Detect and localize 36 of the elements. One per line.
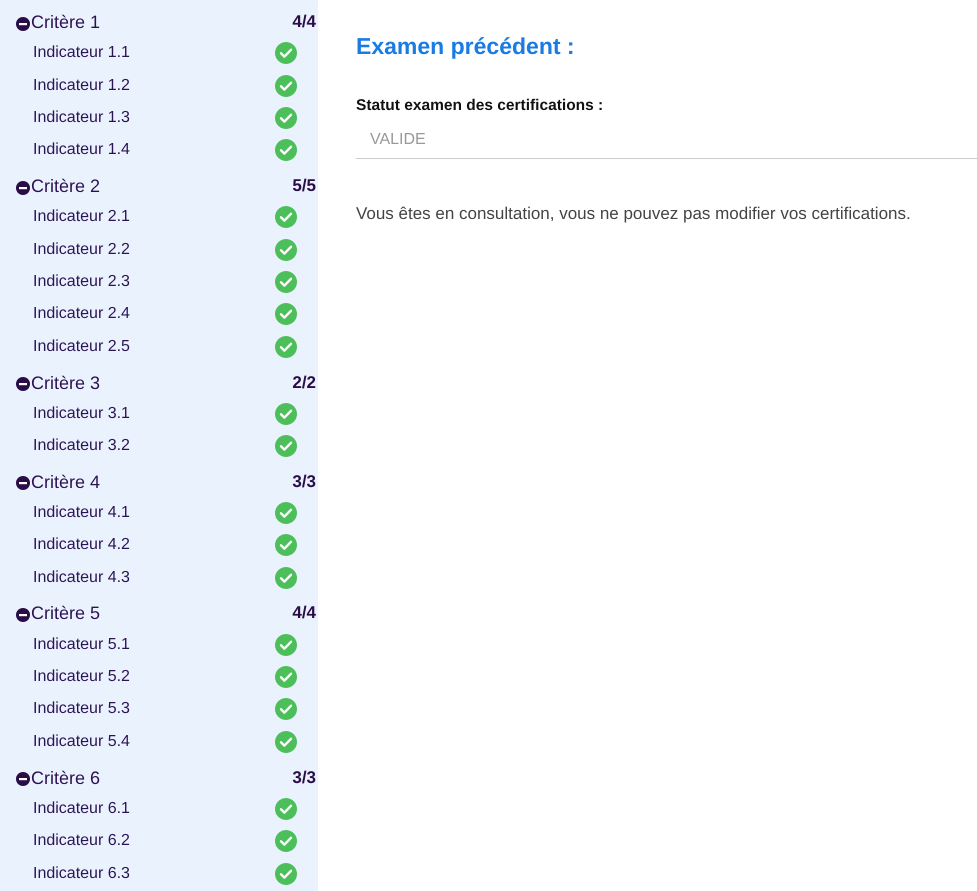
indicator-link[interactable]: Indicateur 1.4 [33,140,130,160]
indicator-link[interactable]: Indicateur 2.3 [33,272,130,292]
indicator-link[interactable]: Indicateur 5.4 [33,732,130,752]
indicator-link[interactable]: Indicateur 1.1 [33,43,130,64]
section-title: Examen précédent : [356,32,576,60]
indicator-link[interactable]: Indicateur 6.3 [33,864,130,884]
criterion-count: 4/4 [292,602,316,624]
indicator-link[interactable]: Indicateur 2.4 [33,304,130,324]
criterion-toggle[interactable]: Critère 2 [16,175,100,198]
criterion-toggle[interactable]: Critère 3 [16,372,100,394]
criterion-count: 3/3 [292,766,316,789]
criterion-count: 4/4 [292,11,316,33]
indicator-link[interactable]: Indicateur 4.2 [33,535,130,556]
indicator-link[interactable]: Indicateur 5.3 [33,699,130,720]
indicator-link[interactable]: Indicateur 5.2 [33,667,130,688]
indicator-link[interactable]: Indicateur 4.3 [33,568,130,588]
indicator-link[interactable]: Indicateur 2.2 [33,240,130,260]
field-label: Statut examen des certifications : [356,96,604,116]
criterion-toggle[interactable]: Critère 1 [16,11,100,33]
criterion-toggle[interactable]: Critère 4 [16,470,100,493]
criterion-count: 2/2 [292,372,316,394]
consultation-notice: Vous êtes en consultation, vous ne pouvez pas modifier vos certifications. [356,203,912,225]
indicator-link[interactable]: Indicateur 2.5 [33,336,130,357]
indicator-link[interactable]: Indicateur 6.2 [33,831,130,852]
indicator-link[interactable]: Indicateur 6.1 [33,798,130,819]
indicator-link[interactable]: Indicateur 5.1 [33,634,130,655]
indicator-link[interactable]: Indicateur 3.2 [33,436,130,456]
indicator-link[interactable]: Indicateur 2.1 [33,207,130,228]
criterion-count: 5/5 [292,175,316,198]
criterion-count: 3/3 [292,470,316,493]
criterion-toggle[interactable]: Critère 5 [16,602,100,624]
criterion-toggle[interactable]: Critère 6 [16,766,100,789]
indicator-link[interactable]: Indicateur 1.3 [33,108,130,128]
indicator-link[interactable]: Indicateur 1.2 [33,76,130,96]
indicator-link[interactable]: Indicateur 3.1 [33,404,130,424]
indicator-link[interactable]: Indicateur 4.1 [33,502,130,523]
